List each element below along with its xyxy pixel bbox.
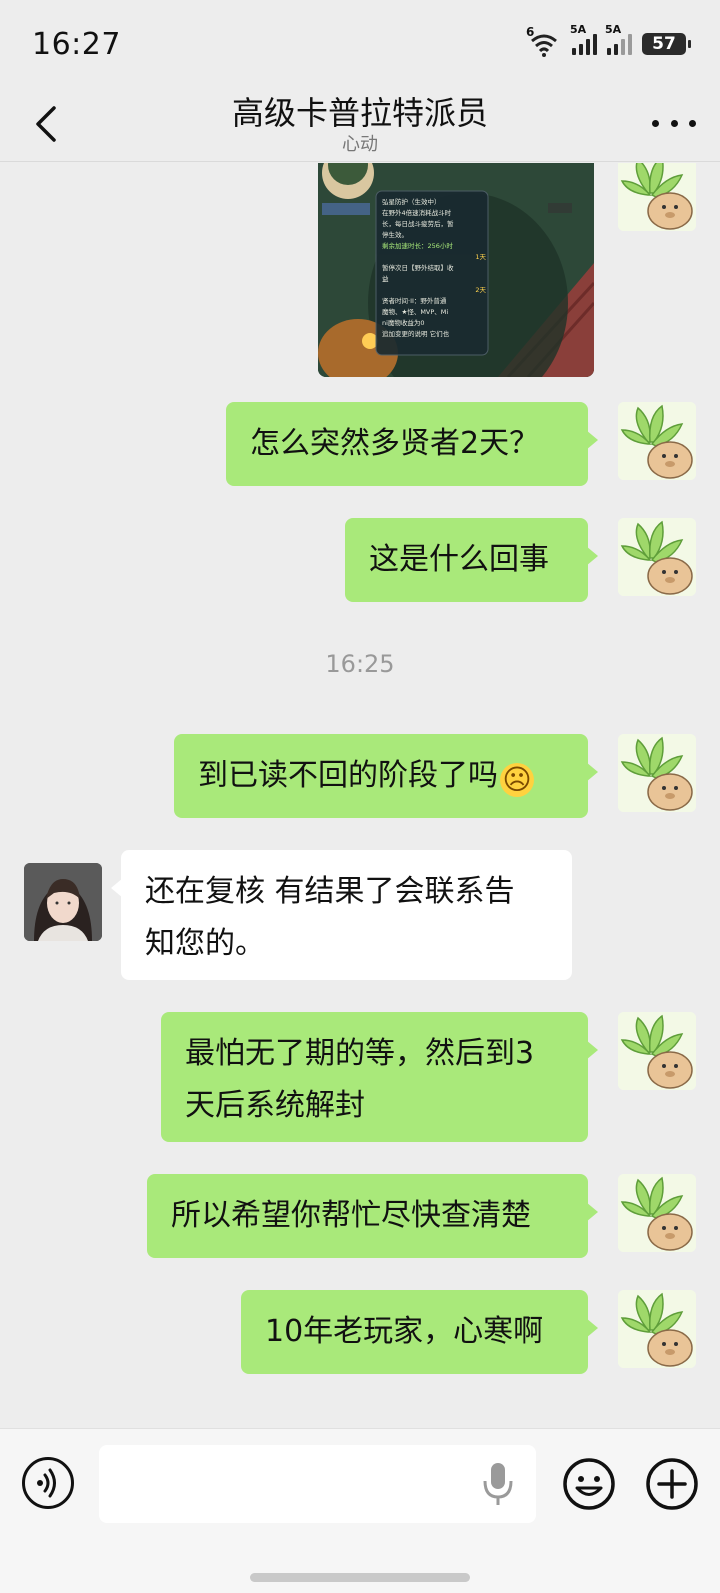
message-text: 所以希望你帮忙尽快查清楚 (171, 1198, 531, 1233)
plus-icon (646, 1458, 698, 1510)
my-message-bubble[interactable]: 所以希望你帮忙尽快查清楚 (147, 1174, 598, 1258)
microphone-icon (483, 1463, 513, 1505)
my-avatar[interactable] (618, 163, 696, 231)
leaf-bear-avatar-icon (618, 518, 696, 596)
contact-photo-image (24, 863, 102, 941)
my-message-bubble[interactable]: 这是什么回事 (345, 518, 598, 602)
my-avatar[interactable] (618, 1012, 696, 1090)
voice-mode-button[interactable] (22, 1457, 74, 1509)
message-text: 到已读不回的阶段了吗 (198, 758, 498, 793)
frowning-face-emoji-icon: ☹ (500, 763, 534, 797)
image-text-line: 停生效。 (382, 231, 408, 239)
more-dot-icon (652, 119, 659, 127)
image-text-line: 长，每日战斗疲劳后，暂 (382, 220, 454, 228)
home-indicator[interactable] (250, 1573, 470, 1582)
image-text-line: 追加变更的说明 它们也 (382, 330, 450, 338)
my-avatar[interactable] (618, 518, 696, 596)
image-text-line: 在野外4倍速消耗战斗时 (382, 209, 452, 217)
more-features-button[interactable] (645, 1457, 699, 1511)
my-avatar[interactable] (618, 734, 696, 812)
message-text: 这是什么回事 (369, 542, 549, 577)
image-text-overlay: 弘星防护（生效中） 在野外4倍速消耗战斗时 长，每日战斗疲劳后，暂 停生效。 剩… (382, 197, 486, 340)
leaf-bear-avatar-icon (618, 163, 696, 231)
message-text: 10年老玩家，心寒啊 (265, 1314, 544, 1349)
my-message-bubble[interactable]: 最怕无了期的等，然后到3 天后系统解封 (161, 1012, 598, 1142)
emoji-button[interactable] (562, 1457, 616, 1511)
contact-avatar[interactable] (24, 863, 102, 941)
leaf-bear-avatar-icon (618, 734, 696, 812)
network-label-1: 5A (570, 23, 587, 36)
leaf-bear-avatar-icon (618, 1290, 696, 1368)
more-options-button[interactable] (652, 108, 696, 138)
battery-icon: 57 (642, 33, 691, 55)
more-dot-icon (689, 119, 696, 127)
my-avatar[interactable] (618, 1290, 696, 1368)
image-text-line: 弘星防护（生效中） (382, 198, 441, 206)
message-text-line: 知您的。 (145, 926, 265, 961)
voice-icon (37, 1468, 56, 1498)
image-text-line: 益 (382, 275, 389, 283)
input-bar (0, 1428, 720, 1593)
image-text-line: ni魔物收益为0 (382, 319, 425, 327)
status-icons: 6 5A 5A 57 (526, 23, 691, 57)
signal-icon-2: 5A (605, 23, 632, 55)
leaf-bear-avatar-icon (618, 402, 696, 480)
image-text-line: 剩余加速时长：256小时 (382, 242, 453, 250)
microphone-button[interactable] (480, 1459, 516, 1509)
emoji-icon (563, 1458, 615, 1510)
message-timestamp: 16:25 (325, 650, 395, 678)
message-text-line: 最怕无了期的等，然后到3 (185, 1036, 535, 1071)
leaf-bear-avatar-icon (618, 1012, 696, 1090)
my-message-bubble[interactable]: 到已读不回的阶段了吗 ☹ (174, 734, 598, 818)
leaf-bear-avatar-icon (618, 1174, 696, 1252)
message-list[interactable]: 弘星防护（生效中） 在野外4倍速消耗战斗时 长，每日战斗疲劳后，暂 停生效。 剩… (0, 163, 720, 1428)
chat-title: 高级卡普拉特派员 (231, 94, 488, 132)
image-message[interactable]: 弘星防护（生效中） 在野外4倍速消耗战斗时 长，每日战斗疲劳后，暂 停生效。 剩… (318, 163, 594, 377)
message-text-line: 天后系统解封 (185, 1088, 365, 1123)
image-text-line: 暂停次日【野外结取】收 (382, 264, 454, 272)
image-text-line: 1天 (475, 253, 486, 261)
status-time: 16:27 (32, 26, 121, 62)
my-avatar[interactable] (618, 1174, 696, 1252)
chat-subtitle: 心动 (342, 134, 378, 155)
message-text-line: 还在复核 有结果了会联系告 (145, 874, 515, 909)
image-text-line: 2天 (475, 286, 486, 294)
wifi-icon: 6 (526, 25, 562, 57)
my-avatar[interactable] (618, 402, 696, 480)
message-text: 怎么突然多贤者2天？ (250, 426, 540, 461)
contact-message-bubble[interactable]: 还在复核 有结果了会联系告 知您的。 (111, 850, 572, 980)
image-text-line: 魔物、★怪、MVP、Mi (382, 308, 449, 316)
message-input[interactable] (99, 1445, 536, 1523)
image-text-line: 贤者时间·II：野外普通 (382, 297, 447, 305)
network-label-2: 5A (605, 23, 622, 36)
my-message-bubble[interactable]: 怎么突然多贤者2天？ (226, 402, 598, 486)
my-message-bubble[interactable]: 10年老玩家，心寒啊 (241, 1290, 598, 1374)
status-bar: 16:27 6 5A 5A 57 (0, 0, 720, 88)
chat-header: 高级卡普拉特派员 心动 (0, 88, 720, 162)
signal-icon-1: 5A (570, 23, 597, 55)
more-dot-icon (670, 119, 678, 127)
